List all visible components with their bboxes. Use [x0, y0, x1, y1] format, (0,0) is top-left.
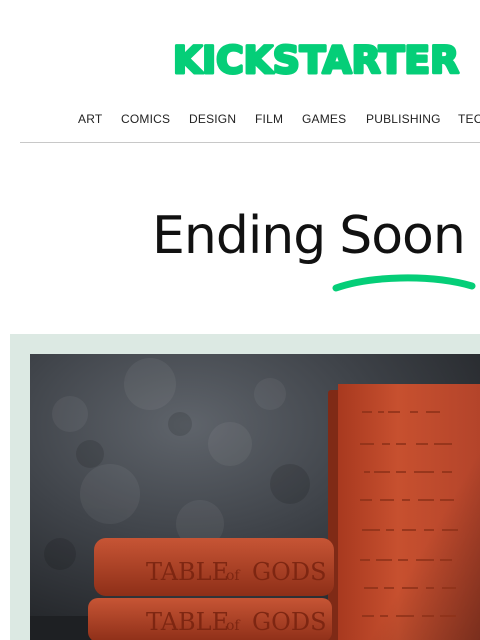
- nav-item-film[interactable]: FILM: [255, 112, 283, 126]
- heading-word-soon: Soon: [339, 206, 466, 266]
- book-spine-title-top-1: TABLE: [146, 558, 229, 586]
- project-image[interactable]: TABLE of GODS TABLE of GODS: [30, 354, 480, 640]
- category-nav: ART COMICS DESIGN FILM GAMES PUBLISHING …: [0, 112, 480, 130]
- kickstarter-logo[interactable]: KICKSTARTER: [170, 40, 462, 78]
- nav-item-art[interactable]: ART: [78, 112, 102, 126]
- book-spine-title-bottom-2: of: [226, 618, 241, 634]
- heading-underline-swoosh: [332, 274, 476, 292]
- book-spine-title-top-2: of: [226, 568, 241, 584]
- heading-word-ending: Ending: [152, 206, 326, 266]
- nav-item-technology[interactable]: TEC: [458, 112, 480, 126]
- nav-divider: [20, 142, 480, 143]
- nav-item-design[interactable]: DESIGN: [189, 112, 236, 126]
- logo-wordmark: KICKSTARTER: [173, 40, 459, 78]
- book-spine-title-bottom-1: TABLE: [146, 608, 229, 636]
- nav-item-games[interactable]: GAMES: [302, 112, 346, 126]
- book-spine-title-bottom-3: GODS: [252, 608, 327, 636]
- book-spine-title-top-3: GODS: [252, 558, 327, 586]
- nav-item-comics[interactable]: COMICS: [121, 112, 170, 126]
- books-illustration: TABLE of GODS TABLE of GODS: [30, 354, 480, 640]
- logo-mark: KICKSTARTER: [172, 40, 461, 78]
- nav-item-publishing[interactable]: PUBLISHING: [366, 112, 441, 126]
